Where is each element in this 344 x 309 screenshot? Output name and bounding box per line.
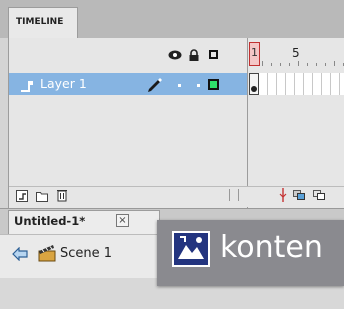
playhead-marker[interactable]: 1 [249,42,260,66]
scene-label[interactable]: Scene 1 [60,246,112,261]
layer-icon [21,81,33,92]
pencil-icon [148,78,162,92]
frame-ruler[interactable] [262,44,344,66]
onion-skin-outlines-icon[interactable] [313,190,325,200]
layer-outline-color[interactable] [208,79,219,90]
layer-frame-divider[interactable] [247,38,248,208]
resize-grip[interactable] [229,189,239,201]
onion-skin-icon[interactable] [293,190,305,200]
frame-number-5: 5 [292,46,300,60]
visibility-dot[interactable] [178,84,181,87]
konten-icon [172,231,210,267]
back-arrow-icon[interactable] [12,247,28,261]
timeline-tab[interactable]: TIMELINE [8,7,78,38]
new-layer-icon[interactable] [16,190,28,202]
frames-row[interactable] [249,73,344,95]
trash-icon[interactable] [56,188,68,202]
konten-label: konten [220,230,323,265]
lock-icon[interactable] [188,49,200,61]
scene-clapperboard-icon [38,245,56,262]
close-icon[interactable]: × [116,214,129,227]
outline-header-icon[interactable] [209,50,218,59]
document-title[interactable]: Untitled-1* [14,214,85,228]
eye-icon[interactable] [168,50,182,60]
lock-dot[interactable] [197,84,200,87]
new-folder-icon[interactable] [36,190,48,202]
center-frame-icon[interactable] [278,188,288,202]
layer-name[interactable]: Layer 1 [40,76,87,92]
keyframe-dot [251,86,257,92]
